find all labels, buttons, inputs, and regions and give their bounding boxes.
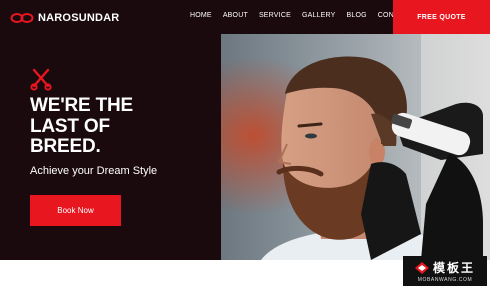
nav-service[interactable]: SERVICE [259,12,291,19]
headline-line-1: WE'RE THE [30,95,133,116]
book-now-button[interactable]: Book Now [30,195,121,226]
watermark-logo-icon [414,261,429,274]
headline-line-2: LAST OF [30,115,110,137]
brand-logo[interactable]: NAROSUNDAR [10,9,119,27]
headline-line-3: BREED. [30,136,101,157]
brand-name: NAROSUNDAR [38,12,120,24]
nav-home[interactable]: HOME [190,12,212,19]
nav-about[interactable]: ABOUT [223,12,248,19]
nav-blog[interactable]: BLOG [347,12,367,19]
free-quote-button[interactable]: FREE QUOTE [393,0,490,34]
hero-headline: WE'RE THE LAST OF BREED. [30,95,200,158]
hero-tagline: Achieve your Dream Style [30,165,158,177]
site-watermark: 模板王 MOBANWANG.COM [403,256,487,286]
watermark-url: MOBANWANG.COM [417,277,473,283]
logo-mark-icon [10,13,34,23]
site-hero-section: NAROSUNDAR HOME ABOUT SERVICE GALLERY BL… [0,0,490,260]
scissors-icon [30,68,52,91]
nav-gallery[interactable]: GALLERY [302,12,336,19]
watermark-text: 模板王 [432,261,475,275]
main-navigation: HOME ABOUT SERVICE GALLERY BLOG CONTACT [190,12,424,19]
barber-photo [221,34,490,260]
